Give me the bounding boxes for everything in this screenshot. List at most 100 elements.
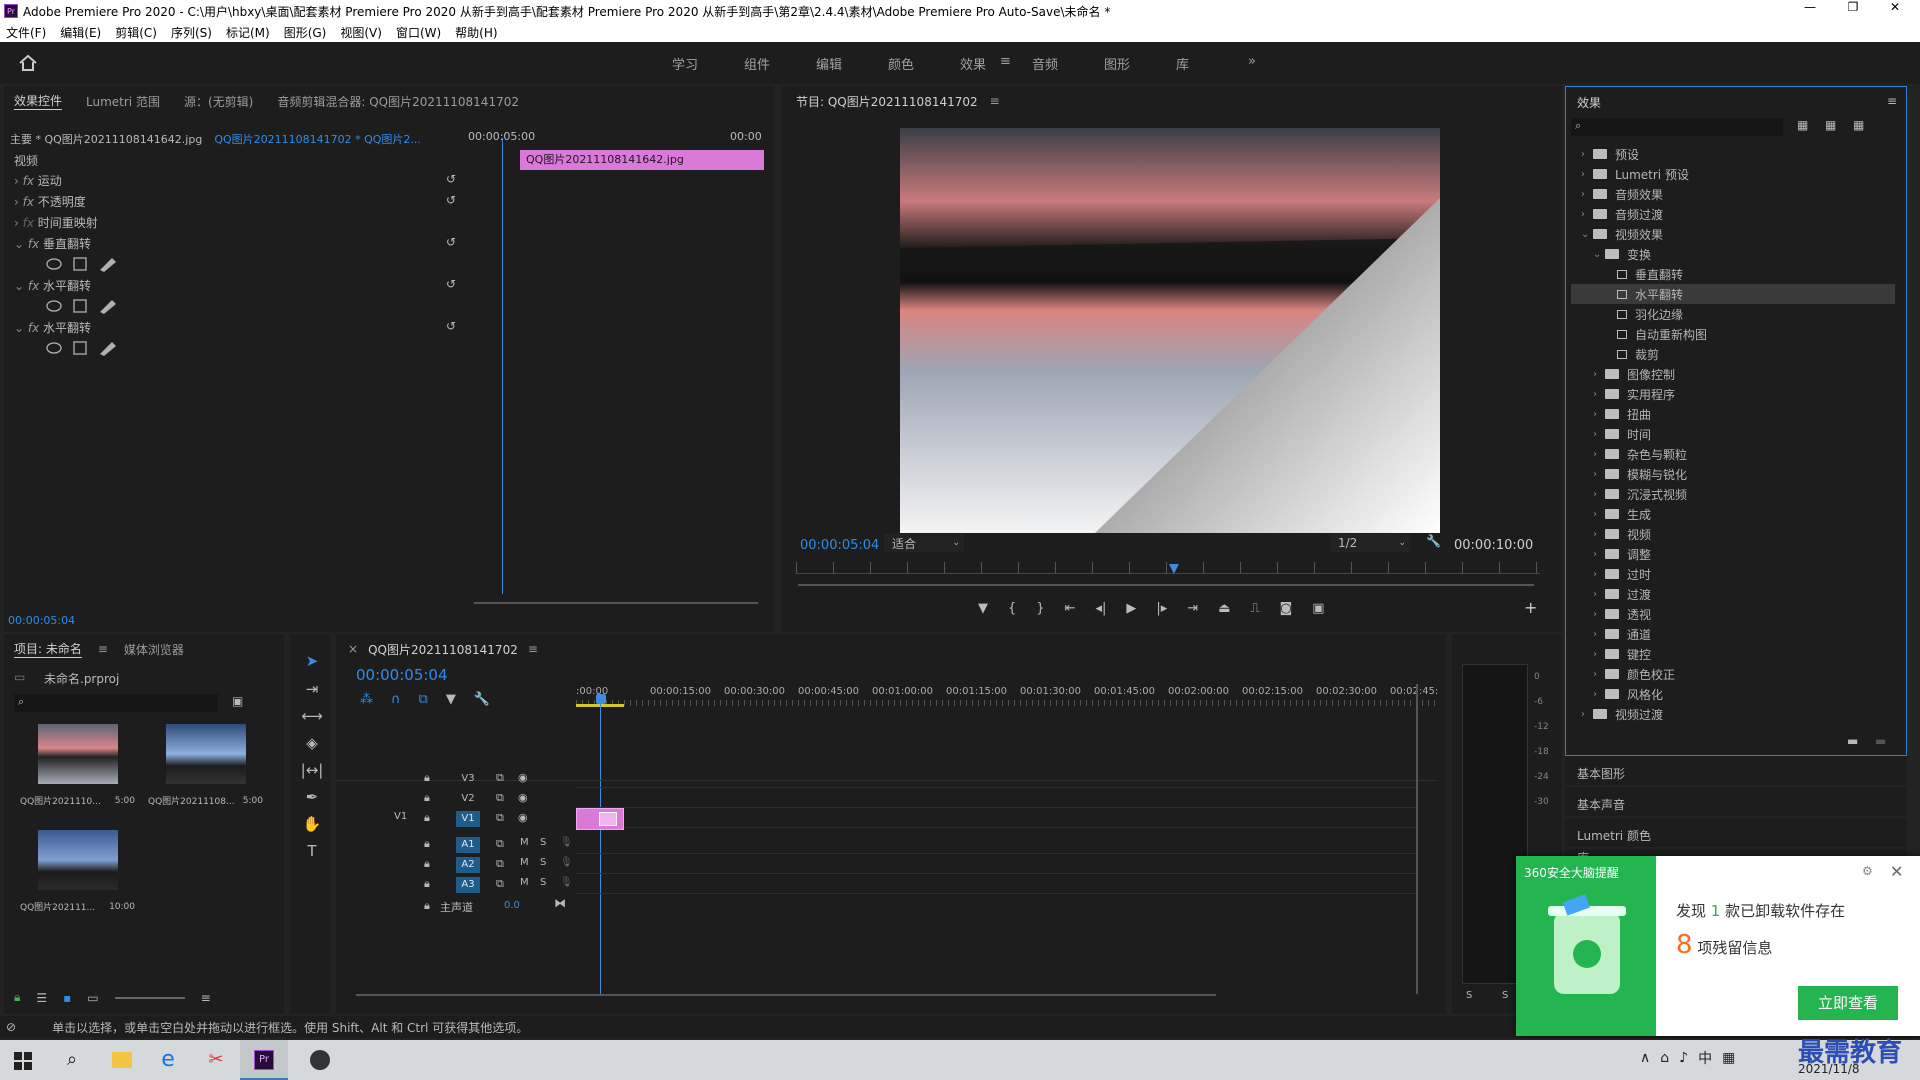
menu-view[interactable]: 视图(V) — [340, 24, 382, 41]
reset-icon[interactable]: ↺ — [446, 193, 456, 207]
new-bin-icon[interactable]: ▬ — [1847, 734, 1858, 748]
snipping-tool-icon[interactable]: ✂ — [192, 1040, 240, 1080]
mark-out-button[interactable]: } — [1036, 601, 1044, 616]
chevron-right-icon[interactable]: › — [1581, 149, 1593, 160]
lock-icon[interactable]: 🔒︎ — [424, 791, 430, 805]
mask-tools[interactable] — [46, 298, 126, 314]
chevron-right-icon[interactable]: › — [1593, 429, 1605, 440]
solo-left[interactable]: S — [1466, 990, 1472, 1001]
effect-folder[interactable]: › 调整 — [1571, 544, 1895, 564]
reset-icon[interactable]: ↺ — [446, 277, 456, 291]
solo-button[interactable]: S — [540, 857, 546, 868]
workspace-graphics[interactable]: 图形 — [1104, 54, 1130, 73]
workspace-audio[interactable]: 音频 — [1032, 54, 1058, 73]
network-icon[interactable]: ⌂ — [1660, 1050, 1669, 1066]
project-search-input[interactable]: ⌕ — [14, 694, 218, 712]
voiceover-mic-icon[interactable]: 🎙︎ — [560, 877, 573, 888]
reset-icon[interactable]: ↺ — [446, 235, 456, 249]
effect-row[interactable]: ⌄ fx 垂直翻转 — [14, 235, 464, 252]
effect-row[interactable]: › fx 时间重映射 — [14, 214, 464, 231]
chevron-right-icon[interactable]: › — [1593, 409, 1605, 420]
home-icon[interactable] — [18, 54, 38, 72]
go-to-in-button[interactable]: ⇤ — [1065, 601, 1076, 616]
eye-icon[interactable]: ◉ — [518, 811, 528, 824]
effects-title[interactable]: 效果 — [1577, 94, 1601, 111]
lock-icon[interactable]: 🔒︎ — [424, 837, 430, 851]
sync-lock-icon[interactable]: ⧉ — [496, 857, 504, 871]
effect-row[interactable]: ⌄ fx 水平翻转 — [14, 277, 464, 294]
track-target-a1[interactable]: A1 — [456, 837, 480, 853]
premiere-taskbar-icon[interactable]: Pr — [240, 1040, 288, 1080]
tray-chevron-icon[interactable]: ∧ — [1640, 1050, 1650, 1066]
step-forward-button[interactable]: |▸ — [1156, 601, 1167, 616]
menu-graphics[interactable]: 图形(G) — [284, 24, 327, 41]
effect-folder[interactable]: › 时间 — [1571, 424, 1895, 444]
effect-folder[interactable]: › 音频过渡 — [1571, 204, 1895, 224]
workspace-menu-icon[interactable]: ≡ — [1000, 54, 1011, 69]
file-explorer-icon[interactable] — [96, 1040, 144, 1080]
effect-folder[interactable]: › 扭曲 — [1571, 404, 1895, 424]
track-target-a3[interactable]: A3 — [456, 877, 480, 893]
workspace-editing[interactable]: 编辑 — [816, 54, 842, 73]
view-now-button[interactable]: 立即查看 — [1798, 986, 1898, 1020]
extract-button[interactable]: ⎍ — [1250, 601, 1259, 616]
chevron-right-icon[interactable]: › — [1581, 209, 1593, 220]
chevron-right-icon[interactable]: › — [1581, 189, 1593, 200]
pen-tool-icon[interactable]: ✒ — [300, 788, 324, 810]
collapsed-panel[interactable]: 基本声音 — [1565, 787, 1907, 816]
menu-sequence[interactable]: 序列(S) — [171, 24, 212, 41]
go-to-out-button[interactable]: ⇥ — [1187, 601, 1198, 616]
chevron-right-icon[interactable]: › — [1593, 589, 1605, 600]
accelerated-effects-icon[interactable]: ▦ — [1797, 118, 1808, 132]
type-tool-icon[interactable]: T — [300, 842, 324, 864]
razor-tool-icon[interactable]: ◈ — [300, 734, 324, 756]
chevron-right-icon[interactable]: › — [1593, 369, 1605, 380]
effect-folder[interactable]: › 杂色与颗粒 — [1571, 444, 1895, 464]
panel-menu-icon[interactable]: ≡ — [98, 642, 108, 656]
chevron-right-icon[interactable]: › — [1593, 669, 1605, 680]
sequence-clip-label[interactable]: QQ图片20211108141702 * QQ图片2... — [214, 131, 421, 147]
eye-icon[interactable]: ◉ — [518, 791, 528, 804]
chevron-right-icon[interactable]: › — [1593, 389, 1605, 400]
zoom-slider[interactable] — [114, 996, 185, 999]
effect-folder[interactable]: › 风格化 — [1571, 684, 1895, 704]
media-player-icon[interactable] — [296, 1040, 344, 1080]
voiceover-mic-icon[interactable]: 🎙︎ — [560, 837, 573, 848]
settings-icon[interactable]: ⚙ — [1862, 864, 1873, 878]
chevron-right-icon[interactable]: › — [1593, 549, 1605, 560]
ripple-edit-tool-icon[interactable]: ⟷ — [300, 707, 324, 729]
solo-button[interactable]: S — [540, 877, 546, 888]
effect-item[interactable]: 羽化边缘 — [1571, 304, 1895, 324]
master-volume-value[interactable]: 0.0 — [504, 900, 520, 911]
program-title[interactable]: 节目: QQ图片20211108141702 — [796, 93, 978, 110]
mute-button[interactable]: M — [520, 877, 529, 888]
chevron-right-icon[interactable]: › — [1593, 469, 1605, 480]
chevron-right-icon[interactable]: › — [1593, 509, 1605, 520]
effect-folder[interactable]: › 图像控制 — [1571, 364, 1895, 384]
effect-folder[interactable]: › Lumetri 预设 — [1571, 164, 1895, 184]
chevron-right-icon[interactable]: › — [1593, 689, 1605, 700]
track-target-v2[interactable]: V2 — [456, 791, 480, 807]
workspace-libraries[interactable]: 库 — [1176, 54, 1189, 73]
wrench-icon[interactable]: 🔧 — [1426, 534, 1441, 548]
effect-folder[interactable]: ⌄ 视频效果 — [1571, 224, 1895, 244]
effect-folder[interactable]: › 音频效果 — [1571, 184, 1895, 204]
step-back-button[interactable]: ◂| — [1095, 601, 1106, 616]
hand-tool-icon[interactable]: ✋ — [300, 815, 324, 837]
keyboard-icon[interactable]: ▦ — [1722, 1050, 1735, 1066]
program-video-frame[interactable] — [900, 128, 1440, 533]
ec-timecode[interactable]: 00:00:05:04 — [8, 614, 75, 627]
search-icon[interactable]: ⌕ — [48, 1040, 96, 1080]
effect-item[interactable]: 自动重新构图 — [1571, 324, 1895, 344]
chevron-right-icon[interactable]: › — [1581, 169, 1593, 180]
linked-selection-icon[interactable]: ⧉ — [419, 692, 428, 707]
chevron-right-icon[interactable]: › — [1593, 649, 1605, 660]
source-patch-v1[interactable]: V1 — [394, 811, 407, 822]
ec-clip-bar[interactable]: QQ图片20211108141642.jpg — [520, 150, 764, 170]
nest-icon[interactable]: ⁂ — [360, 692, 373, 707]
sync-lock-icon[interactable]: ⧉ — [496, 811, 504, 825]
menu-marker[interactable]: 标记(M) — [226, 24, 270, 41]
master-clip-label[interactable]: 主要 * QQ图片20211108141642.jpg — [10, 131, 202, 147]
program-scrollbar[interactable] — [798, 584, 1534, 586]
reset-icon[interactable]: ↺ — [446, 319, 456, 333]
